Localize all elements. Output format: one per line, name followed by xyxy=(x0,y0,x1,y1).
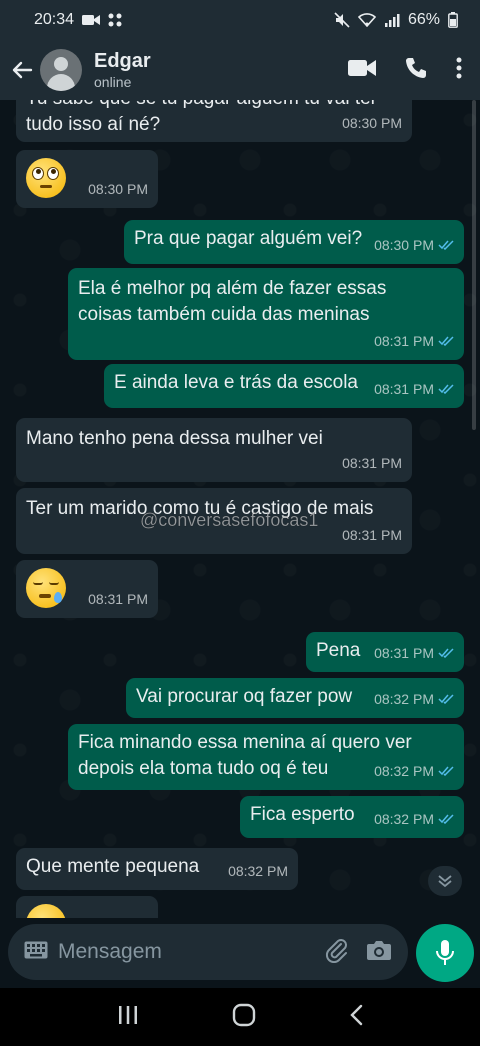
message-time: 08:32 PM xyxy=(374,811,434,827)
message-time: 08:32 PM xyxy=(374,691,434,707)
read-tick-icon xyxy=(438,814,454,824)
message-time: 08:32 PM xyxy=(228,863,288,879)
read-tick-icon xyxy=(438,766,454,776)
message-composer: Mensagem xyxy=(0,918,480,988)
message-meta: 08:32 PM xyxy=(374,686,454,712)
message-time: 08:30 PM xyxy=(88,181,148,197)
message-meta: 08:31 PM xyxy=(374,328,454,354)
more-options-icon[interactable] xyxy=(456,57,462,84)
voice-message-button[interactable] xyxy=(416,924,474,982)
back-arrow-icon[interactable] xyxy=(10,58,34,82)
message-time: 08:31 PM xyxy=(374,645,434,661)
double-chevron-down-icon xyxy=(438,875,452,888)
message-time: 08:31 PM xyxy=(342,455,402,471)
message-meta: 08:32 PM xyxy=(374,758,454,784)
contact-status: online xyxy=(94,74,132,90)
message-text: Mano tenho pena dessa mulher vei xyxy=(26,428,323,449)
video-call-icon[interactable] xyxy=(348,58,376,83)
message-time: 08:32 PM xyxy=(374,763,434,779)
message-outgoing[interactable]: Fica minando essa menina aí quero ver de… xyxy=(68,724,464,790)
read-tick-icon xyxy=(438,240,454,250)
status-left: 20:34 xyxy=(34,11,122,29)
message-meta: 08:31 PM xyxy=(342,450,402,476)
status-time: 20:34 xyxy=(34,11,75,28)
message-time: 08:31 PM xyxy=(342,527,402,543)
read-tick-icon xyxy=(438,694,454,704)
attach-icon[interactable] xyxy=(324,937,348,968)
message-outgoing[interactable]: Pra que pagar alguém vei? 08:30 PM xyxy=(124,220,464,264)
read-tick-icon xyxy=(438,648,454,658)
wifi-icon xyxy=(357,13,376,27)
message-meta: 08:32 PM xyxy=(228,858,288,884)
scrollbar[interactable] xyxy=(472,100,476,430)
message-meta: 08:32 PM xyxy=(374,806,454,832)
mute-icon xyxy=(334,12,350,28)
contact-info[interactable]: Edgar online xyxy=(94,50,151,90)
message-time: 08:31 PM xyxy=(374,381,434,397)
message-incoming[interactable]: 08:31 PM xyxy=(16,560,158,618)
message-meta: 08:30 PM xyxy=(342,110,402,136)
header-actions xyxy=(348,56,470,85)
message-incoming[interactable]: Mano tenho pena dessa mulher vei 08:31 P… xyxy=(16,418,412,482)
contact-name: Edgar xyxy=(94,50,151,72)
message-outgoing[interactable]: Ela é melhor pq além de fazer essas cois… xyxy=(68,268,464,360)
battery-icon xyxy=(448,12,458,28)
keyboard-icon[interactable] xyxy=(24,941,48,964)
chat-area[interactable]: Tu sabe que se tu pagar alguém tu vai te… xyxy=(0,100,480,918)
camera-icon[interactable] xyxy=(366,939,392,966)
message-meta: 08:31 PM xyxy=(88,586,148,612)
message-incoming[interactable] xyxy=(16,896,158,918)
message-input[interactable]: Mensagem xyxy=(8,924,408,980)
message-time: 08:31 PM xyxy=(374,333,434,349)
message-incoming[interactable]: Que mente pequena 08:32 PM xyxy=(16,848,298,890)
recent-apps-icon[interactable] xyxy=(117,1005,139,1030)
status-bar: 20:34 66% xyxy=(0,0,480,40)
read-tick-icon xyxy=(438,384,454,394)
system-nav-bar xyxy=(0,988,480,1046)
message-incoming[interactable]: 08:30 PM xyxy=(16,150,158,208)
read-tick-icon xyxy=(438,336,454,346)
scroll-to-bottom-button[interactable] xyxy=(428,866,462,896)
signal-icon xyxy=(384,13,400,27)
message-outgoing[interactable]: Vai procurar oq fazer pow 08:32 PM xyxy=(126,678,464,718)
message-time: 08:31 PM xyxy=(88,591,148,607)
message-meta: 08:30 PM xyxy=(374,232,454,258)
watermark: @conversasefofocas1 xyxy=(140,510,319,531)
message-placeholder: Mensagem xyxy=(58,940,162,963)
apps-grid-icon xyxy=(108,13,122,27)
message-time: 08:30 PM xyxy=(374,237,434,253)
message-text: Ela é melhor pq além de fazer essas cois… xyxy=(78,278,387,325)
emoji-icon xyxy=(26,904,66,918)
back-nav-icon[interactable] xyxy=(349,1004,363,1031)
message-meta: 08:31 PM xyxy=(342,522,402,548)
status-right: 66% xyxy=(334,11,458,29)
avatar[interactable] xyxy=(40,49,82,91)
message-outgoing[interactable]: E ainda leva e trás da escola 08:31 PM xyxy=(104,364,464,408)
message-meta: 08:31 PM xyxy=(374,376,454,402)
message-time: 08:30 PM xyxy=(342,115,402,131)
home-icon[interactable] xyxy=(232,1003,256,1032)
input-actions xyxy=(324,937,392,968)
sleepy-face-emoji-icon xyxy=(26,568,66,608)
message-meta: 08:31 PM xyxy=(374,640,454,666)
voice-call-icon[interactable] xyxy=(404,56,428,85)
message-outgoing[interactable]: Pena 08:31 PM xyxy=(306,632,464,672)
chat-header: Edgar online xyxy=(0,40,480,100)
message-incoming[interactable]: Tu sabe que se tu pagar alguém tu vai te… xyxy=(16,100,412,142)
rolling-eyes-emoji-icon xyxy=(26,158,66,198)
microphone-icon xyxy=(436,940,454,965)
message-outgoing[interactable]: Fica esperto 08:32 PM xyxy=(240,796,464,838)
battery-percent: 66% xyxy=(407,11,440,28)
video-recording-icon xyxy=(82,14,101,26)
message-meta: 08:30 PM xyxy=(88,176,148,202)
